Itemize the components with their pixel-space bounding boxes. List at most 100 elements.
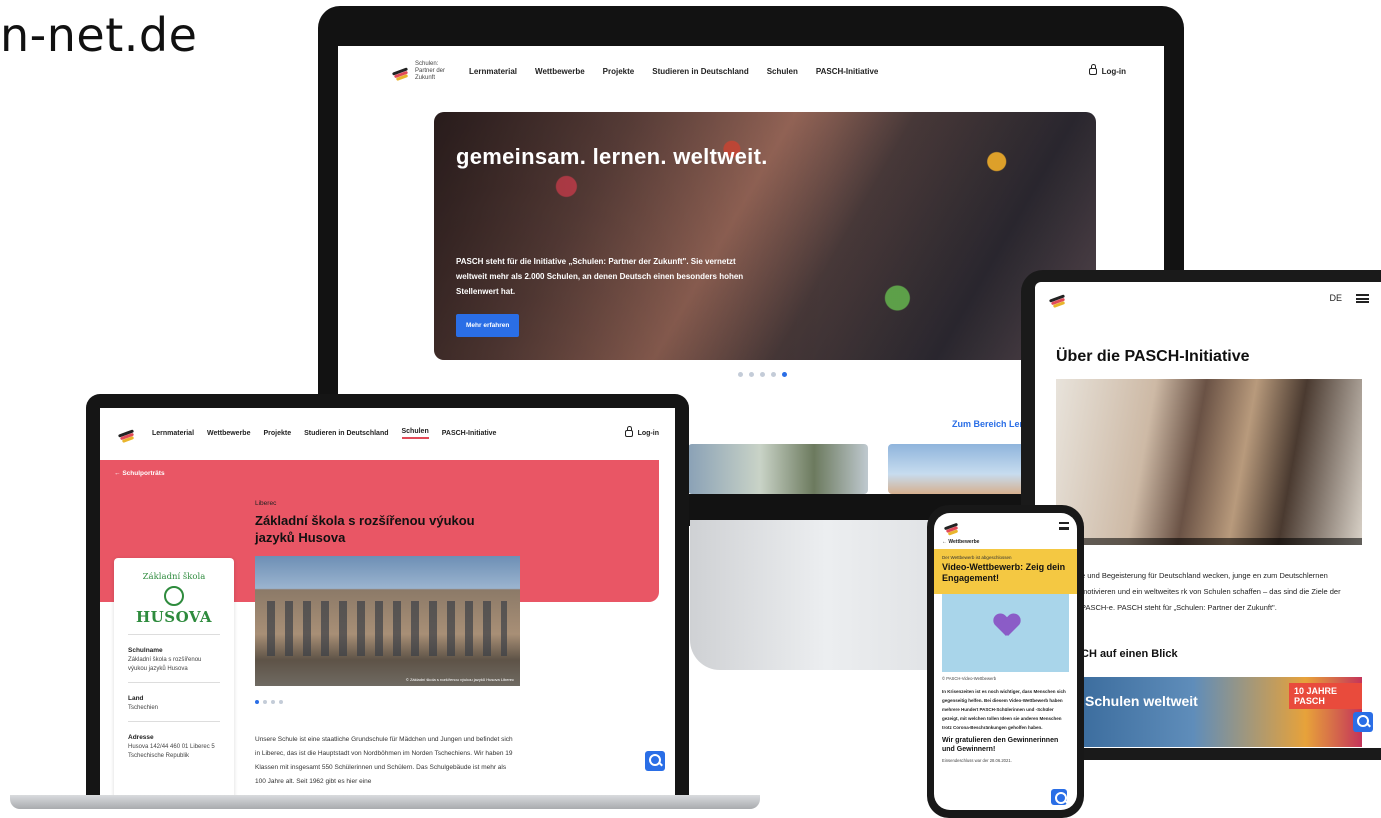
login-link[interactable]: Log-in bbox=[1088, 63, 1126, 76]
school-title: Základní škola s rozšířenou výukou jazyk… bbox=[255, 513, 475, 545]
carousel-dot[interactable] bbox=[760, 372, 765, 377]
carousel-dot[interactable] bbox=[263, 700, 267, 704]
carousel-dot[interactable] bbox=[749, 372, 754, 377]
nav-schulen[interactable]: Schulen bbox=[401, 428, 429, 439]
nav-schulen[interactable]: Schulen bbox=[767, 67, 798, 76]
back-link-label: Wettbewerbe bbox=[948, 539, 980, 545]
site-logo[interactable]: Schulen: Partner der Zukunft bbox=[390, 60, 451, 82]
carousel-dot[interactable] bbox=[771, 372, 776, 377]
adresse-label: Adresse bbox=[128, 734, 154, 741]
hero-banner: gemeinsam. lernen. weltweit. PASCH steht… bbox=[434, 112, 1096, 360]
language-switch[interactable]: DE bbox=[1329, 293, 1342, 303]
login-label: Log-in bbox=[1101, 66, 1126, 76]
school-info-card: Základní škola HUSOVA Schulname Základní… bbox=[114, 558, 234, 800]
school-photo[interactable]: © Základní škola s rozšířenou výukou jaz… bbox=[255, 556, 520, 686]
building-windows bbox=[267, 601, 507, 656]
laptop-navbar: Lernmaterial Wettbewerbe Projekte Studie… bbox=[100, 408, 675, 458]
phone-device: ← Wettbewerbe Der Wettbewerb ist abgesch… bbox=[927, 505, 1084, 818]
school-logo: Základní škola HUSOVA bbox=[114, 558, 234, 626]
competition-text: In Krisenzeiten ist es noch wichtiger, d… bbox=[942, 689, 1066, 730]
hero-text: PASCH steht für die Initiative „Schulen:… bbox=[456, 257, 744, 296]
competition-title: Video-Wettbewerb: Zeig dein Engagement! bbox=[942, 562, 1066, 583]
tablet-header: DE bbox=[1035, 282, 1381, 314]
video-player[interactable] bbox=[1056, 379, 1362, 545]
carousel-dot[interactable] bbox=[271, 700, 275, 704]
carousel-dots bbox=[738, 372, 787, 377]
congrats-heading: Wir gratulieren den Gewinnerinnen und Ge… bbox=[942, 737, 1059, 753]
logo-text: Schulen: Partner der Zukunft bbox=[415, 60, 446, 81]
nav-pasch-initiative[interactable]: PASCH-Initiative bbox=[442, 430, 497, 437]
mehr-erfahren-button[interactable]: Mehr erfahren bbox=[456, 314, 520, 337]
carousel-dot-active[interactable] bbox=[255, 700, 259, 704]
nav-wettbewerbe[interactable]: Wettbewerbe bbox=[207, 430, 250, 437]
hamburger-menu-icon[interactable] bbox=[1059, 522, 1069, 530]
search-button[interactable] bbox=[1051, 789, 1067, 805]
hamburger-menu-icon[interactable] bbox=[1356, 293, 1369, 303]
back-link-label: Schulporträts bbox=[122, 470, 165, 477]
anniversary-badge: 10 JAHRE PASCH bbox=[1289, 683, 1362, 709]
login-label: Log-in bbox=[637, 429, 659, 437]
nav-projekte[interactable]: Projekte bbox=[263, 430, 291, 437]
page-title: Über die PASCH-Initiative bbox=[1056, 348, 1250, 365]
site-logo[interactable] bbox=[116, 422, 138, 444]
schulname-label: Schulname bbox=[128, 647, 163, 654]
tablet-screen: DE Über die PASCH-Initiative e und Begei… bbox=[1035, 282, 1381, 748]
intro-paragraph: e und Begeisterung für Deutschland wecke… bbox=[1081, 571, 1341, 612]
banner-text: Schulen weltweit bbox=[1085, 693, 1198, 709]
section-heading: CH auf einen Blick bbox=[1081, 648, 1178, 660]
carousel-dot[interactable] bbox=[279, 700, 283, 704]
divider bbox=[128, 634, 220, 635]
school-city: Liberec bbox=[255, 500, 277, 507]
carousel-dot[interactable] bbox=[738, 372, 743, 377]
logo-mark-icon[interactable] bbox=[942, 515, 964, 537]
phone-header bbox=[934, 513, 1077, 539]
land-value: Tschechien bbox=[128, 705, 159, 711]
nav-studieren[interactable]: Studieren in Deutschland bbox=[652, 67, 748, 76]
search-button[interactable] bbox=[645, 751, 665, 771]
search-button[interactable] bbox=[1353, 712, 1373, 732]
carousel-dot-active[interactable] bbox=[782, 372, 787, 377]
photo-caption: © Základní škola s rozšířenou výukou jaz… bbox=[405, 677, 514, 682]
nav-lernmaterial[interactable]: Lernmaterial bbox=[469, 67, 517, 76]
login-link[interactable]: Log-in bbox=[624, 425, 659, 437]
phone-screen: ← Wettbewerbe Der Wettbewerb ist abgesch… bbox=[934, 513, 1077, 810]
competition-image bbox=[942, 594, 1069, 672]
logo-mark-icon[interactable] bbox=[1047, 287, 1069, 309]
divider bbox=[128, 682, 220, 683]
nav-studieren[interactable]: Studieren in Deutschland bbox=[304, 430, 388, 437]
photo-carousel-dots bbox=[255, 700, 283, 704]
url-fragment: n-net.de bbox=[0, 8, 198, 62]
nav-lernmaterial[interactable]: Lernmaterial bbox=[152, 430, 194, 437]
pasch-banner-image: Schulen weltweit 10 JAHRE PASCH bbox=[1081, 677, 1362, 747]
adresse-value: Husova 142/44 460 01 Liberec 5 Tschechis… bbox=[128, 744, 215, 759]
laptop-base bbox=[10, 795, 760, 809]
land-label: Land bbox=[128, 695, 144, 702]
divider bbox=[128, 721, 220, 722]
school-description: Unsere Schule ist eine staatliche Grunds… bbox=[255, 736, 513, 785]
hero-title: gemeinsam. lernen. weltweit. bbox=[456, 144, 768, 169]
image-caption: © PASCH-Video-Wettbewerb bbox=[942, 676, 997, 681]
lock-icon bbox=[1088, 63, 1097, 75]
deadline-note: Einsendeschluss war der 28.06.2021. bbox=[942, 758, 1012, 763]
nav-pasch-initiative[interactable]: PASCH-Initiative bbox=[816, 67, 879, 76]
back-link[interactable]: ← Schulporträts bbox=[114, 470, 165, 477]
video-controls[interactable] bbox=[1056, 538, 1362, 545]
heart-icon bbox=[994, 614, 1020, 638]
nav-wettbewerbe[interactable]: Wettbewerbe bbox=[535, 67, 585, 76]
school-logo-big: HUSOVA bbox=[135, 608, 212, 626]
lock-icon bbox=[624, 425, 633, 437]
school-logo-small: Základní škola bbox=[142, 572, 206, 582]
teaser-image[interactable] bbox=[688, 444, 868, 494]
section-link[interactable]: Zum Bereich Lern bbox=[952, 419, 1029, 429]
laptop-device: Lernmaterial Wettbewerbe Projekte Studie… bbox=[86, 394, 689, 800]
logo-mark-icon bbox=[390, 60, 412, 82]
desktop-navbar: Schulen: Partner der Zukunft Lernmateria… bbox=[338, 46, 1164, 96]
laptop-screen: Lernmaterial Wettbewerbe Projekte Studie… bbox=[100, 408, 675, 800]
competition-status: Der Wettbewerb ist abgeschlossen bbox=[942, 555, 1012, 560]
schulname-value: Základní škola s rozšířenou výukou jazyk… bbox=[128, 657, 202, 672]
nav-projekte[interactable]: Projekte bbox=[603, 67, 635, 76]
competition-header: Der Wettbewerb ist abgeschlossen Video-W… bbox=[934, 549, 1077, 594]
back-link[interactable]: ← Wettbewerbe bbox=[934, 539, 1077, 545]
logo-mark-icon bbox=[116, 422, 138, 444]
globe-icon bbox=[164, 586, 184, 606]
